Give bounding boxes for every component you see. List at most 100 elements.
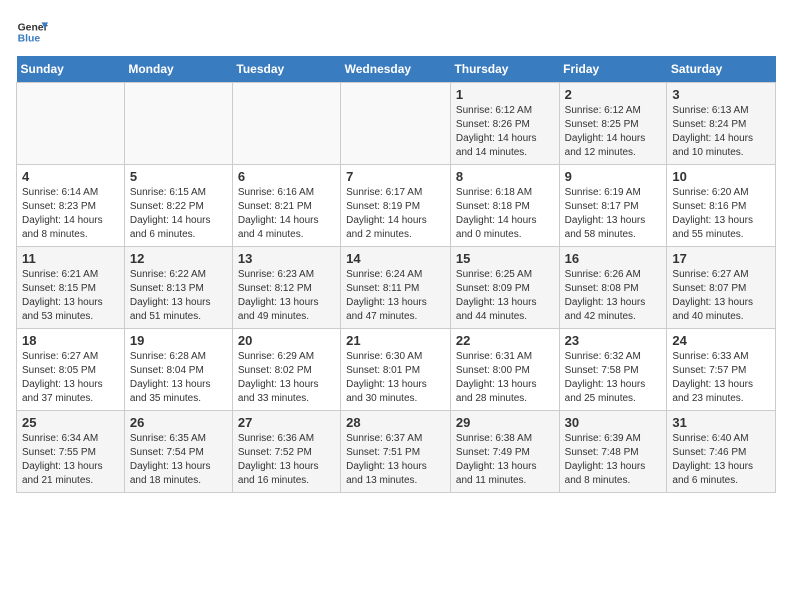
day-info: Sunrise: 6:21 AM Sunset: 8:15 PM Dayligh… (22, 268, 119, 324)
week-row-4: 18 Sunrise: 6:27 AM Sunset: 8:05 PM Dayli… (17, 329, 776, 411)
day-number: 24 (672, 333, 770, 348)
day-info: Sunrise: 6:20 AM Sunset: 8:16 PM Dayligh… (672, 186, 770, 242)
day-info: Sunrise: 6:14 AM Sunset: 8:23 PM Dayligh… (22, 186, 119, 242)
day-number: 11 (22, 251, 119, 266)
calendar-cell: 23 Sunrise: 6:32 AM Sunset: 7:58 PM Dayli… (559, 329, 667, 411)
day-info: Sunrise: 6:16 AM Sunset: 8:21 PM Dayligh… (238, 186, 335, 242)
day-number: 30 (565, 415, 662, 430)
calendar-cell: 24 Sunrise: 6:33 AM Sunset: 7:57 PM Dayli… (667, 329, 776, 411)
day-info: Sunrise: 6:40 AM Sunset: 7:46 PM Dayligh… (672, 432, 770, 488)
calendar-cell: 19 Sunrise: 6:28 AM Sunset: 8:04 PM Dayli… (124, 329, 232, 411)
calendar-cell: 10 Sunrise: 6:20 AM Sunset: 8:16 PM Dayli… (667, 165, 776, 247)
logo-icon: General Blue (16, 16, 48, 48)
calendar-cell (232, 83, 340, 165)
day-number: 19 (130, 333, 227, 348)
day-info: Sunrise: 6:38 AM Sunset: 7:49 PM Dayligh… (456, 432, 554, 488)
day-info: Sunrise: 6:25 AM Sunset: 8:09 PM Dayligh… (456, 268, 554, 324)
calendar-cell: 6 Sunrise: 6:16 AM Sunset: 8:21 PM Daylig… (232, 165, 340, 247)
day-number: 14 (346, 251, 445, 266)
calendar-cell: 1 Sunrise: 6:12 AM Sunset: 8:26 PM Daylig… (450, 83, 559, 165)
day-info: Sunrise: 6:28 AM Sunset: 8:04 PM Dayligh… (130, 350, 227, 406)
calendar-cell: 2 Sunrise: 6:12 AM Sunset: 8:25 PM Daylig… (559, 83, 667, 165)
day-info: Sunrise: 6:18 AM Sunset: 8:18 PM Dayligh… (456, 186, 554, 242)
calendar-cell: 31 Sunrise: 6:40 AM Sunset: 7:46 PM Dayli… (667, 411, 776, 493)
day-info: Sunrise: 6:15 AM Sunset: 8:22 PM Dayligh… (130, 186, 227, 242)
day-info: Sunrise: 6:17 AM Sunset: 8:19 PM Dayligh… (346, 186, 445, 242)
day-number: 26 (130, 415, 227, 430)
header-row: SundayMondayTuesdayWednesdayThursdayFrid… (17, 56, 776, 83)
day-info: Sunrise: 6:12 AM Sunset: 8:25 PM Dayligh… (565, 104, 662, 160)
day-number: 21 (346, 333, 445, 348)
day-number: 18 (22, 333, 119, 348)
calendar-table: SundayMondayTuesdayWednesdayThursdayFrid… (16, 56, 776, 493)
day-info: Sunrise: 6:13 AM Sunset: 8:24 PM Dayligh… (672, 104, 770, 160)
calendar-cell: 12 Sunrise: 6:22 AM Sunset: 8:13 PM Dayli… (124, 247, 232, 329)
calendar-cell (17, 83, 125, 165)
calendar-cell: 27 Sunrise: 6:36 AM Sunset: 7:52 PM Dayli… (232, 411, 340, 493)
day-number: 23 (565, 333, 662, 348)
day-number: 10 (672, 169, 770, 184)
calendar-cell: 29 Sunrise: 6:38 AM Sunset: 7:49 PM Dayli… (450, 411, 559, 493)
calendar-cell: 16 Sunrise: 6:26 AM Sunset: 8:08 PM Dayli… (559, 247, 667, 329)
calendar-cell: 4 Sunrise: 6:14 AM Sunset: 8:23 PM Daylig… (17, 165, 125, 247)
day-number: 25 (22, 415, 119, 430)
day-number: 9 (565, 169, 662, 184)
calendar-cell: 20 Sunrise: 6:29 AM Sunset: 8:02 PM Dayli… (232, 329, 340, 411)
day-number: 13 (238, 251, 335, 266)
day-number: 20 (238, 333, 335, 348)
day-number: 5 (130, 169, 227, 184)
calendar-cell: 18 Sunrise: 6:27 AM Sunset: 8:05 PM Dayli… (17, 329, 125, 411)
week-row-5: 25 Sunrise: 6:34 AM Sunset: 7:55 PM Dayli… (17, 411, 776, 493)
day-number: 6 (238, 169, 335, 184)
day-number: 22 (456, 333, 554, 348)
calendar-cell: 14 Sunrise: 6:24 AM Sunset: 8:11 PM Dayli… (341, 247, 451, 329)
day-info: Sunrise: 6:37 AM Sunset: 7:51 PM Dayligh… (346, 432, 445, 488)
day-info: Sunrise: 6:23 AM Sunset: 8:12 PM Dayligh… (238, 268, 335, 324)
day-number: 28 (346, 415, 445, 430)
header-thursday: Thursday (450, 56, 559, 83)
week-row-1: 1 Sunrise: 6:12 AM Sunset: 8:26 PM Daylig… (17, 83, 776, 165)
day-info: Sunrise: 6:35 AM Sunset: 7:54 PM Dayligh… (130, 432, 227, 488)
calendar-cell: 13 Sunrise: 6:23 AM Sunset: 8:12 PM Dayli… (232, 247, 340, 329)
header-saturday: Saturday (667, 56, 776, 83)
calendar-cell (124, 83, 232, 165)
day-number: 29 (456, 415, 554, 430)
day-number: 17 (672, 251, 770, 266)
calendar-cell: 9Sunrise: 6:19 AM Sunset: 8:17 PM Daylig… (559, 165, 667, 247)
day-info: Sunrise: 6:30 AM Sunset: 8:01 PM Dayligh… (346, 350, 445, 406)
day-info: Sunrise: 6:27 AM Sunset: 8:05 PM Dayligh… (22, 350, 119, 406)
calendar-cell: 7 Sunrise: 6:17 AM Sunset: 8:19 PM Daylig… (341, 165, 451, 247)
day-number: 7 (346, 169, 445, 184)
day-info: Sunrise: 6:36 AM Sunset: 7:52 PM Dayligh… (238, 432, 335, 488)
week-row-2: 4 Sunrise: 6:14 AM Sunset: 8:23 PM Daylig… (17, 165, 776, 247)
day-info: Sunrise: 6:32 AM Sunset: 7:58 PM Dayligh… (565, 350, 662, 406)
day-info: Sunrise: 6:34 AM Sunset: 7:55 PM Dayligh… (22, 432, 119, 488)
day-number: 16 (565, 251, 662, 266)
day-number: 1 (456, 87, 554, 102)
calendar-cell: 25 Sunrise: 6:34 AM Sunset: 7:55 PM Dayli… (17, 411, 125, 493)
calendar-cell: 22Sunrise: 6:31 AM Sunset: 8:00 PM Dayli… (450, 329, 559, 411)
day-info: Sunrise: 6:12 AM Sunset: 8:26 PM Dayligh… (456, 104, 554, 160)
day-info: Sunrise: 6:33 AM Sunset: 7:57 PM Dayligh… (672, 350, 770, 406)
day-info: Sunrise: 6:26 AM Sunset: 8:08 PM Dayligh… (565, 268, 662, 324)
day-number: 4 (22, 169, 119, 184)
header-sunday: Sunday (17, 56, 125, 83)
day-info: Sunrise: 6:29 AM Sunset: 8:02 PM Dayligh… (238, 350, 335, 406)
calendar-cell: 17Sunrise: 6:27 AM Sunset: 8:07 PM Dayli… (667, 247, 776, 329)
day-number: 2 (565, 87, 662, 102)
calendar-cell: 30 Sunrise: 6:39 AM Sunset: 7:48 PM Dayli… (559, 411, 667, 493)
day-number: 31 (672, 415, 770, 430)
day-number: 15 (456, 251, 554, 266)
header-friday: Friday (559, 56, 667, 83)
day-info: Sunrise: 6:24 AM Sunset: 8:11 PM Dayligh… (346, 268, 445, 324)
logo: General Blue (16, 16, 48, 48)
calendar-cell: 26 Sunrise: 6:35 AM Sunset: 7:54 PM Dayli… (124, 411, 232, 493)
calendar-cell: 21 Sunrise: 6:30 AM Sunset: 8:01 PM Dayli… (341, 329, 451, 411)
header-wednesday: Wednesday (341, 56, 451, 83)
day-number: 3 (672, 87, 770, 102)
day-number: 27 (238, 415, 335, 430)
day-info: Sunrise: 6:22 AM Sunset: 8:13 PM Dayligh… (130, 268, 227, 324)
day-info: Sunrise: 6:39 AM Sunset: 7:48 PM Dayligh… (565, 432, 662, 488)
calendar-cell: 3 Sunrise: 6:13 AM Sunset: 8:24 PM Daylig… (667, 83, 776, 165)
day-number: 12 (130, 251, 227, 266)
